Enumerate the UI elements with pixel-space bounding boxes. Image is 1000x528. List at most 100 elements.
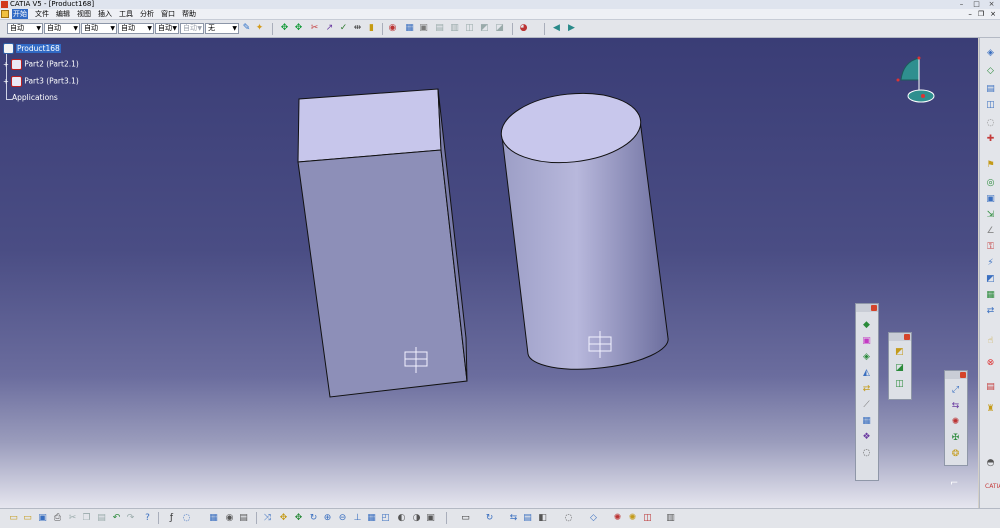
replace-component-icon[interactable]: ⇄ [861, 384, 872, 395]
whats-this-icon[interactable]: ? [142, 513, 153, 524]
explode-icon[interactable]: ⇹ [352, 23, 363, 34]
line-weight-combo[interactable]: 自动 ▼ [81, 23, 117, 34]
new-product-icon[interactable]: ◇ [985, 66, 996, 77]
menu-item[interactable]: 分析 [140, 9, 154, 19]
3d-scene[interactable] [0, 38, 978, 508]
component-icon[interactable]: ◆ [861, 320, 872, 331]
menu-item[interactable]: 插入 [98, 9, 112, 19]
print-icon[interactable]: ⎙ [52, 513, 63, 524]
manipulate-icon[interactable]: ↗ [324, 23, 335, 34]
new-file-icon[interactable]: ▭ [8, 513, 19, 524]
graph-icon[interactable]: ✚ [985, 134, 996, 145]
floating-toolbar-product-structure[interactable]: ◆ ▣ ◈ ◭ ⇄ ⟋ ▦ ❖ ◌ [855, 303, 879, 481]
sectioning-icon[interactable]: ▦ [404, 23, 415, 34]
reuse-pattern-icon[interactable]: ▦ [985, 290, 996, 301]
offset-constraint-icon[interactable]: ◫ [894, 379, 905, 390]
smart-move-icon[interactable]: ✓ [338, 23, 349, 34]
compass-icon[interactable] [893, 52, 943, 104]
close-icon[interactable] [960, 372, 966, 378]
floating-toolbar-constraints[interactable]: ◩ ◪ ◫ [888, 332, 912, 400]
toolbar-header[interactable] [945, 371, 967, 379]
annotation-icon[interactable]: ◪ [494, 23, 505, 34]
rotate-view-icon[interactable]: ↻ [308, 513, 319, 524]
fly-mode-icon[interactable]: ⤨ [262, 513, 273, 524]
stop-on-clash-icon[interactable]: ✠ [950, 433, 961, 444]
paste-icon[interactable]: ▤ [96, 513, 107, 524]
multi-view-icon[interactable]: ▦ [366, 513, 377, 524]
redo-icon[interactable]: ↷ [125, 513, 136, 524]
toolbar-header[interactable] [856, 304, 878, 312]
new-component-icon[interactable]: ◈ [985, 48, 996, 59]
publication-icon[interactable]: ◉ [224, 513, 235, 524]
cache-icon[interactable]: ▭ [460, 513, 471, 524]
tree-node-part3[interactable]: + Part3 (Part3.1) [3, 76, 79, 87]
doc-restore-button[interactable]: ❐ [978, 9, 984, 19]
tree-node-product168[interactable]: Product168 [3, 43, 61, 54]
expand-plus-icon[interactable]: + [3, 78, 9, 86]
fit-all-icon[interactable]: ✥ [278, 513, 289, 524]
swap-visible-icon[interactable]: ▣ [425, 513, 436, 524]
close-icon[interactable] [904, 334, 910, 340]
scene-icon[interactable]: ♜ [985, 404, 996, 415]
normal-view-icon[interactable]: ⊥ [352, 513, 363, 524]
measure-item-icon[interactable]: ▥ [449, 23, 460, 34]
graph-tree-icon[interactable]: ⟋ [861, 400, 872, 411]
contact-icon[interactable]: ▣ [985, 194, 996, 205]
fix-constraint-icon[interactable]: ⚑ [985, 160, 996, 171]
next-view-icon[interactable]: ▶ [566, 23, 577, 34]
measure-icon[interactable]: ◓ [985, 458, 996, 469]
tree-node-applications[interactable]: Applications [12, 93, 58, 102]
stop-manipulate-icon[interactable]: ▮ [366, 23, 377, 34]
product-insert-icon[interactable]: ▣ [861, 336, 872, 347]
distance-icon[interactable]: ▣ [418, 23, 429, 34]
3d-viewport[interactable]: Product168 + Part2 (Part2.1) + Part3 (Pa… [0, 38, 978, 508]
pan-view-icon[interactable]: ✥ [293, 513, 304, 524]
change-constraint-icon[interactable]: ⇄ [985, 306, 996, 317]
coincidence-icon[interactable]: ◎ [985, 178, 996, 189]
representation-icon[interactable]: ⇆ [508, 513, 519, 524]
floating-toolbar-move[interactable]: ⤢ ⇆ ✺ ✠ ❂ [944, 370, 968, 466]
hide-show-icon[interactable]: ◑ [411, 513, 422, 524]
multi-instantiation-icon[interactable]: ❖ [861, 432, 872, 443]
workbench-icon[interactable]: ▤ [238, 513, 249, 524]
copy-icon[interactable]: ❐ [81, 513, 92, 524]
save-icon[interactable]: ▣ [37, 513, 48, 524]
menu-item[interactable]: 文件 [35, 9, 49, 19]
block-top-face[interactable] [297, 88, 442, 163]
comment-icon[interactable]: ◌ [181, 513, 192, 524]
angle-icon[interactable]: ∠ [985, 226, 996, 237]
design-mode-icon[interactable]: ▤ [522, 513, 533, 524]
offset-icon[interactable]: ⇲ [985, 210, 996, 221]
generate-numbering-icon[interactable]: ▦ [861, 416, 872, 427]
catalog-browser-icon[interactable]: ▦ [208, 513, 219, 524]
menu-item[interactable]: 开始 [12, 9, 28, 19]
toolbar-header[interactable] [889, 333, 911, 341]
minimize-button[interactable]: – [957, 0, 966, 8]
transparency-combo[interactable]: 自动 ▼ [44, 23, 80, 34]
fast-multi-instantiation-icon[interactable]: ◌ [861, 448, 872, 459]
measure-inertia-icon[interactable]: ◫ [464, 23, 475, 34]
update-icon[interactable]: ◩ [479, 23, 490, 34]
existing-component-icon[interactable]: ◫ [985, 100, 996, 111]
shading-icon[interactable]: ◐ [396, 513, 407, 524]
close-icon[interactable] [871, 305, 877, 311]
zoom-in-icon[interactable]: ⊕ [322, 513, 333, 524]
line-type-combo[interactable]: 自动 ▼ [118, 23, 154, 34]
contact-constraint-icon[interactable]: ◪ [894, 363, 905, 374]
doc-close-button[interactable]: × [990, 9, 996, 19]
manipulation-icon[interactable]: ⤢ [950, 385, 961, 396]
analysis-icon[interactable]: ◇ [588, 513, 599, 524]
tree-node-part2[interactable]: + Part2 (Part2.1) [3, 59, 79, 70]
format-painter-icon[interactable]: ✎ [241, 23, 252, 34]
existing-component-icon[interactable]: ◭ [861, 368, 872, 379]
rotate-icon[interactable]: ✥ [293, 23, 304, 34]
coincidence-constraint-icon[interactable]: ◩ [894, 347, 905, 358]
doc-minimize-button[interactable]: – [968, 9, 972, 19]
point-symbol-combo[interactable]: 自动 ▼ [155, 23, 179, 34]
quick-constraint-icon[interactable]: ⚡ [985, 258, 996, 269]
fill-color-combo[interactable]: 自动 ▼ [7, 23, 43, 34]
properties-painter-icon[interactable]: ✦ [254, 23, 265, 34]
section-analysis-icon[interactable]: ✺ [627, 513, 638, 524]
previous-view-icon[interactable]: ◀ [551, 23, 562, 34]
measure-tool-icon[interactable]: ▥ [665, 513, 676, 524]
